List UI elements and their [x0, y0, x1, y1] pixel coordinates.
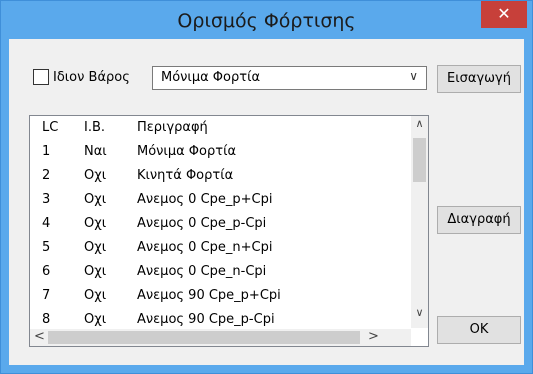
cell-lc: 3: [42, 192, 51, 207]
self-weight-label: Ιδιον Βάρος: [53, 69, 130, 85]
close-button[interactable]: ✕: [481, 1, 527, 28]
cell-lc: 1: [42, 144, 51, 159]
cell-lc: 8: [42, 312, 51, 327]
chevron-down-icon[interactable]: ∨: [413, 306, 426, 319]
cell-self-weight: Ναι: [84, 144, 107, 159]
table-row[interactable]: 3 Οχι Ανεμος 0 Cpe_p+Cpi: [30, 188, 410, 212]
table-row[interactable]: 4 Οχι Ανεμος 0 Cpe_p-Cpi: [30, 212, 410, 236]
cell-self-weight: Οχι: [84, 240, 107, 255]
cell-self-weight: Οχι: [84, 312, 107, 327]
cell-lc: 6: [42, 264, 51, 279]
cell-self-weight: Οχι: [84, 216, 107, 231]
self-weight-checkbox[interactable]: [33, 69, 49, 85]
cell-lc: 4: [42, 216, 51, 231]
delete-button[interactable]: Διαγραφή: [437, 206, 521, 234]
cell-lc: 5: [42, 240, 51, 255]
table-row[interactable]: 5 Οχι Ανεμος 0 Cpe_n+Cpi: [30, 236, 410, 260]
load-case-list[interactable]: LC Ι.Β. Περιγραφή 1 Ναι Μόνιμα Φορτία 2 Οχι Κ…: [29, 115, 429, 347]
cell-description: Ανεμος 0 Cpe_n+Cpi: [137, 240, 273, 255]
cell-description: Κινητά Φορτία: [137, 168, 234, 183]
load-case-dropdown[interactable]: Μόνιμα Φορτία ∨: [152, 66, 427, 90]
cell-lc: 7: [42, 288, 51, 303]
self-weight-checkbox-row[interactable]: Ιδιον Βάρος: [33, 69, 130, 85]
cell-self-weight: Οχι: [84, 192, 107, 207]
cell-self-weight: Οχι: [84, 288, 107, 303]
table-row[interactable]: 2 Οχι Κινητά Φορτία: [30, 164, 410, 188]
column-header-self-weight[interactable]: Ι.Β.: [84, 120, 105, 135]
horizontal-scrollbar[interactable]: < >: [30, 329, 411, 346]
title-bar[interactable]: Ορισμός Φόρτισης ✕: [1, 1, 532, 39]
ok-button[interactable]: OK: [437, 316, 521, 344]
horizontal-scroll-thumb[interactable]: [48, 331, 360, 344]
column-header-description[interactable]: Περιγραφή: [137, 120, 208, 135]
dialog-window: Ορισμός Φόρτισης ✕ Ιδιον Βάρος Μόνιμα Φο…: [0, 0, 533, 374]
load-case-dropdown-value: Μόνιμα Φορτία: [161, 70, 261, 85]
dialog-body: Ιδιον Βάρος Μόνιμα Φορτία ∨ Εισαγωγή Δια…: [9, 39, 524, 365]
cell-description: Ανεμος 90 Cpe_p-Cpi: [137, 312, 275, 327]
chevron-right-icon[interactable]: >: [368, 329, 379, 344]
list-header: LC Ι.Β. Περιγραφή: [30, 116, 410, 140]
cell-description: Ανεμος 0 Cpe_n-Cpi: [137, 264, 267, 279]
vertical-scrollbar[interactable]: ∧ ∨: [411, 116, 428, 328]
close-icon: ✕: [497, 4, 511, 23]
table-row[interactable]: 6 Οχι Ανεμος 0 Cpe_n-Cpi: [30, 260, 410, 284]
cell-self-weight: Οχι: [84, 168, 107, 183]
vertical-scroll-thumb[interactable]: [413, 138, 426, 182]
chevron-up-icon[interactable]: ∧: [413, 117, 426, 130]
table-row[interactable]: 7 Οχι Ανεμος 90 Cpe_p+Cpi: [30, 284, 410, 308]
chevron-left-icon[interactable]: <: [34, 329, 45, 344]
cell-self-weight: Οχι: [84, 264, 107, 279]
cell-description: Ανεμος 0 Cpe_p+Cpi: [137, 192, 273, 207]
cell-description: Μόνιμα Φορτία: [137, 144, 237, 159]
cell-description: Ανεμος 0 Cpe_p-Cpi: [137, 216, 267, 231]
dialog-title: Ορισμός Φόρτισης: [177, 10, 356, 32]
cell-description: Ανεμος 90 Cpe_p+Cpi: [137, 288, 281, 303]
cell-lc: 2: [42, 168, 51, 183]
column-header-lc[interactable]: LC: [42, 120, 58, 135]
chevron-down-icon: ∨: [409, 69, 418, 83]
insert-button[interactable]: Εισαγωγή: [437, 65, 521, 93]
table-row[interactable]: 1 Ναι Μόνιμα Φορτία: [30, 140, 410, 164]
